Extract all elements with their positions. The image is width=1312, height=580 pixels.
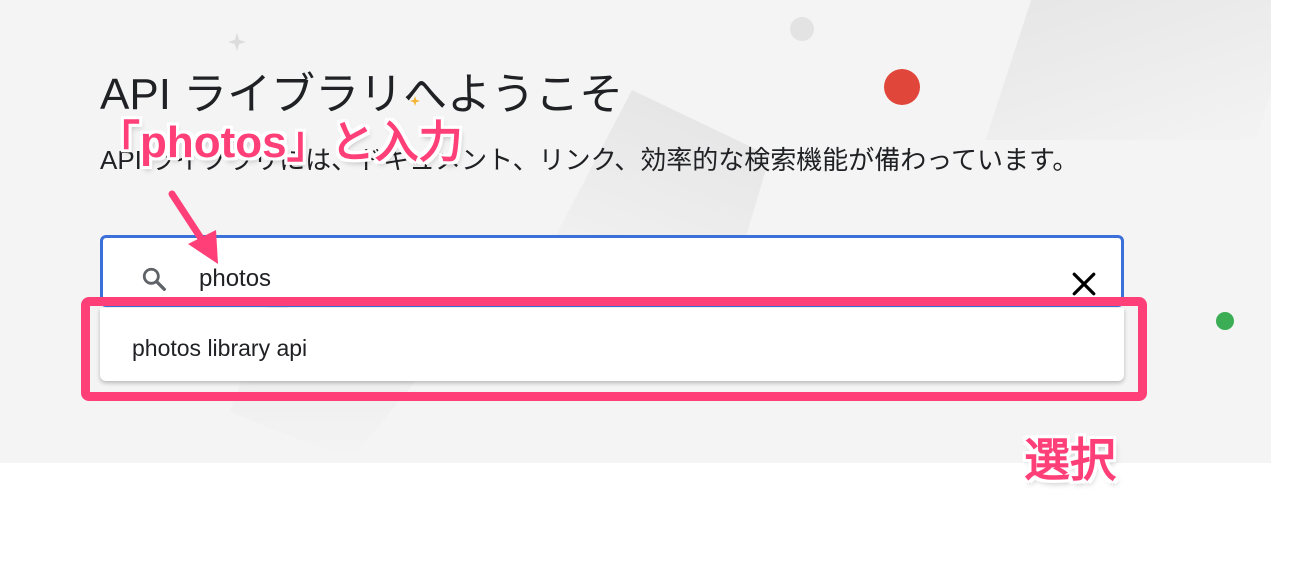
search-icon <box>142 267 166 291</box>
annotation-arrow-icon <box>168 190 218 264</box>
close-icon[interactable] <box>1071 271 1097 297</box>
decorative-dot <box>884 69 920 105</box>
annotation-select-callout: 選択 <box>1024 434 1116 486</box>
annotation-highlight-frame <box>81 297 1147 401</box>
search-input[interactable] <box>199 260 1019 298</box>
decorative-dot <box>790 17 814 41</box>
annotation-input-callout: 「photos」と入力 <box>96 118 463 167</box>
decorative-dot <box>1216 312 1234 330</box>
sparkle-icon <box>228 33 246 51</box>
decorative-shape <box>985 0 1271 140</box>
